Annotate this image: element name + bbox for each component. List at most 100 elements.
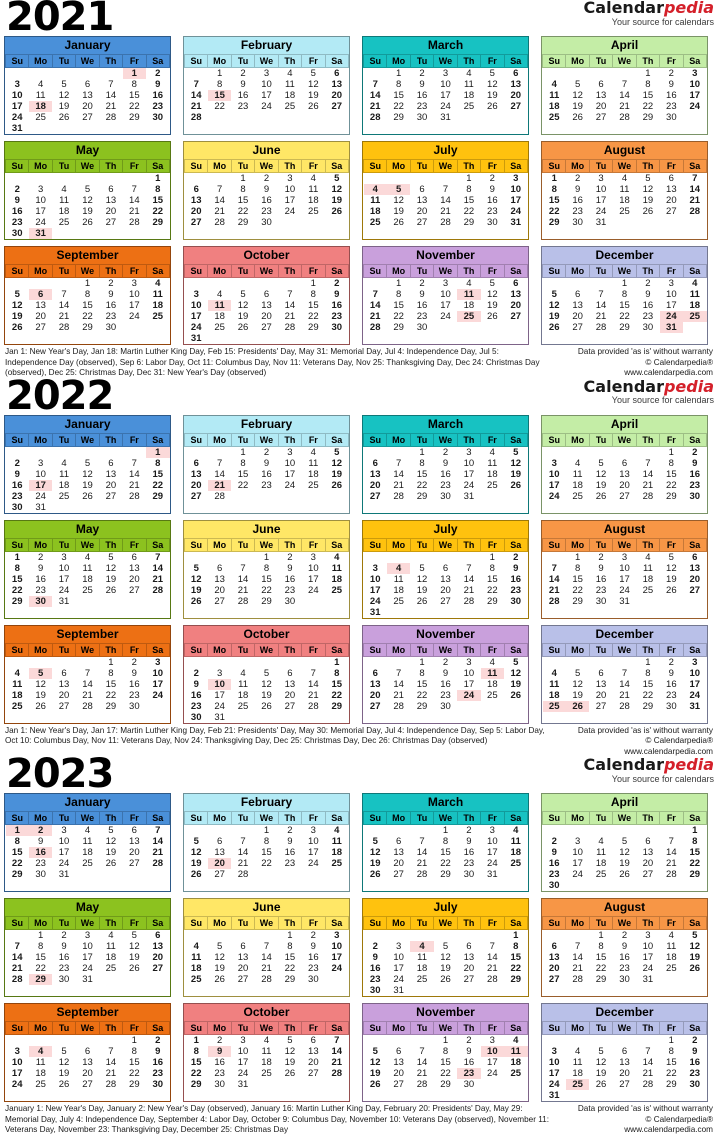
day-cell: 17: [284, 195, 296, 206]
day-cell: 4: [61, 457, 67, 469]
weekday-header-th: Th: [456, 264, 482, 278]
empty-cell: [99, 596, 122, 607]
day-cell: 30: [11, 501, 23, 513]
week-row: 30 31: [6, 502, 170, 513]
day-cell: 8: [310, 289, 316, 300]
empty-cell: [683, 974, 706, 985]
empty-cell: [76, 123, 99, 134]
day-cell: 25: [487, 689, 498, 701]
day-cell: 30: [463, 1079, 475, 1090]
day-cell: 13: [261, 300, 272, 311]
day-cell: 28: [619, 700, 630, 712]
day-cell: 1: [645, 656, 651, 668]
week-row: 26 27 28: [185, 869, 349, 880]
weekday-header-sa: Sa: [682, 811, 708, 825]
day-cell: 7: [645, 1046, 651, 1057]
day-cell: 28: [572, 974, 583, 985]
day-cell: 3: [310, 551, 316, 563]
day-cell: 18: [237, 689, 249, 701]
day-cell: 4: [574, 457, 581, 469]
weekday-header-th: Th: [456, 1021, 482, 1035]
day-cell: 18: [487, 468, 498, 480]
week-row: 12: [185, 278, 349, 290]
day-cell: 30: [440, 490, 451, 502]
day-cell: 27: [214, 595, 225, 607]
day-cell: 3: [334, 930, 340, 941]
month-title: July: [363, 899, 528, 916]
month-card-january: January Su Mo Tu We Th Fr Sa 1 2 3 4 5 6 7 8 9 10 11 12 13 1…: [4, 414, 171, 514]
day-cell: 25: [35, 112, 46, 123]
day-cell: 24: [487, 1068, 498, 1079]
day-cell: 13: [190, 195, 202, 206]
day-cell: 6: [598, 667, 604, 679]
day-cell: 19: [82, 479, 93, 491]
day-cell: 22: [416, 689, 428, 701]
day-cell: 25: [214, 322, 225, 333]
week-row: 6 7 8 9 10 11 12: [543, 941, 707, 952]
day-cell: 30: [548, 880, 560, 891]
empty-cell: [613, 1035, 636, 1047]
day-cell: 12: [237, 300, 249, 311]
day-cell: 16: [463, 1057, 475, 1068]
weekday-header-th: Th: [635, 1021, 661, 1035]
empty-cell: [255, 333, 278, 344]
empty-cell: [208, 112, 231, 123]
empty-cell: [589, 278, 612, 290]
day-cell: 11: [331, 836, 342, 847]
day-cell: 25: [82, 858, 93, 869]
day-cell: 9: [692, 457, 698, 469]
week-row: 12: [543, 1035, 707, 1047]
day-cell: 8: [84, 289, 91, 300]
day-cell: 12: [190, 573, 202, 585]
day-cell: 30: [440, 700, 451, 712]
day-cell: 17: [440, 90, 451, 101]
month-day-grid: Su Mo Tu We Th Fr Sa 1 2 3 4 5 6 7 8 9 10 11 12 13 14 15 16 17…: [183, 811, 350, 880]
day-cell: 24: [190, 322, 202, 333]
weekday-header-mo: Mo: [565, 811, 590, 825]
weekday-header-tu: Tu: [588, 264, 614, 278]
day-cell: 6: [574, 289, 581, 300]
day-cell: 27: [35, 322, 46, 333]
disclaimer-line-3[interactable]: www.calendarpedia.com: [578, 1125, 713, 1136]
week-row: 16 17 18 19 20 21 22: [6, 479, 170, 491]
empty-cell: [613, 656, 636, 668]
day-cell: 3: [466, 446, 472, 458]
day-cell: 12: [58, 1057, 70, 1068]
day-cell: 21: [82, 689, 93, 701]
day-cell: 5: [513, 446, 519, 458]
day-cell: 4: [466, 278, 472, 289]
day-cell: 23: [457, 1068, 481, 1079]
month-card-november: November Su Mo Tu We Th Fr Sa 1 2 3 4 5 6 7 8 9 10 11 12 13…: [362, 1003, 529, 1102]
week-row: 4 5 6 7 8 9 10: [543, 668, 707, 679]
weekday-header-th: Th: [277, 432, 303, 447]
day-cell: 1: [668, 446, 674, 458]
day-cell: 6: [216, 836, 223, 847]
empty-cell: [589, 1035, 612, 1047]
weekday-header-row: Su Mo Tu We Th Fr Sa: [541, 811, 708, 825]
day-cell: 27: [642, 869, 654, 880]
day-cell: 3: [645, 930, 651, 941]
day-cell: 18: [510, 847, 522, 858]
week-row: 1234567: [5, 824, 170, 836]
empty-cell: [123, 446, 146, 458]
day-cell: 26: [369, 869, 381, 880]
day-cell: 25: [510, 858, 522, 869]
day-cell: 28: [642, 1079, 654, 1090]
day-cell: 12: [440, 952, 451, 963]
year-header: 2023 Calendarpedia Your source for calenda…: [0, 751, 718, 797]
day-cell: 26: [331, 479, 343, 491]
day-cell: 8: [442, 1046, 449, 1057]
day-cell: 4: [513, 825, 519, 836]
empty-cell: [99, 502, 122, 513]
week-row: 12345: [364, 656, 528, 668]
day-cell: 23: [619, 963, 630, 974]
empty-cell: [589, 446, 612, 458]
day-cell: 3: [287, 446, 293, 458]
day-cell: 8: [466, 184, 472, 195]
day-cell: 17: [308, 573, 319, 585]
day-cell: 26: [308, 101, 319, 112]
week-row: 7 8 9 10 11 12 13: [364, 289, 528, 300]
day-cell: 18: [572, 479, 583, 491]
month-card-june: June Su Mo Tu We Th Fr Sa 1 2 3 4 5 6 7 8 9 10 11 12 13 14 15…: [183, 898, 350, 997]
month-card-june: June Su Mo Tu We Th Fr Sa 1 2 3 4 5 6 7 8 9 10 11 12 13 14 15…: [183, 141, 350, 240]
